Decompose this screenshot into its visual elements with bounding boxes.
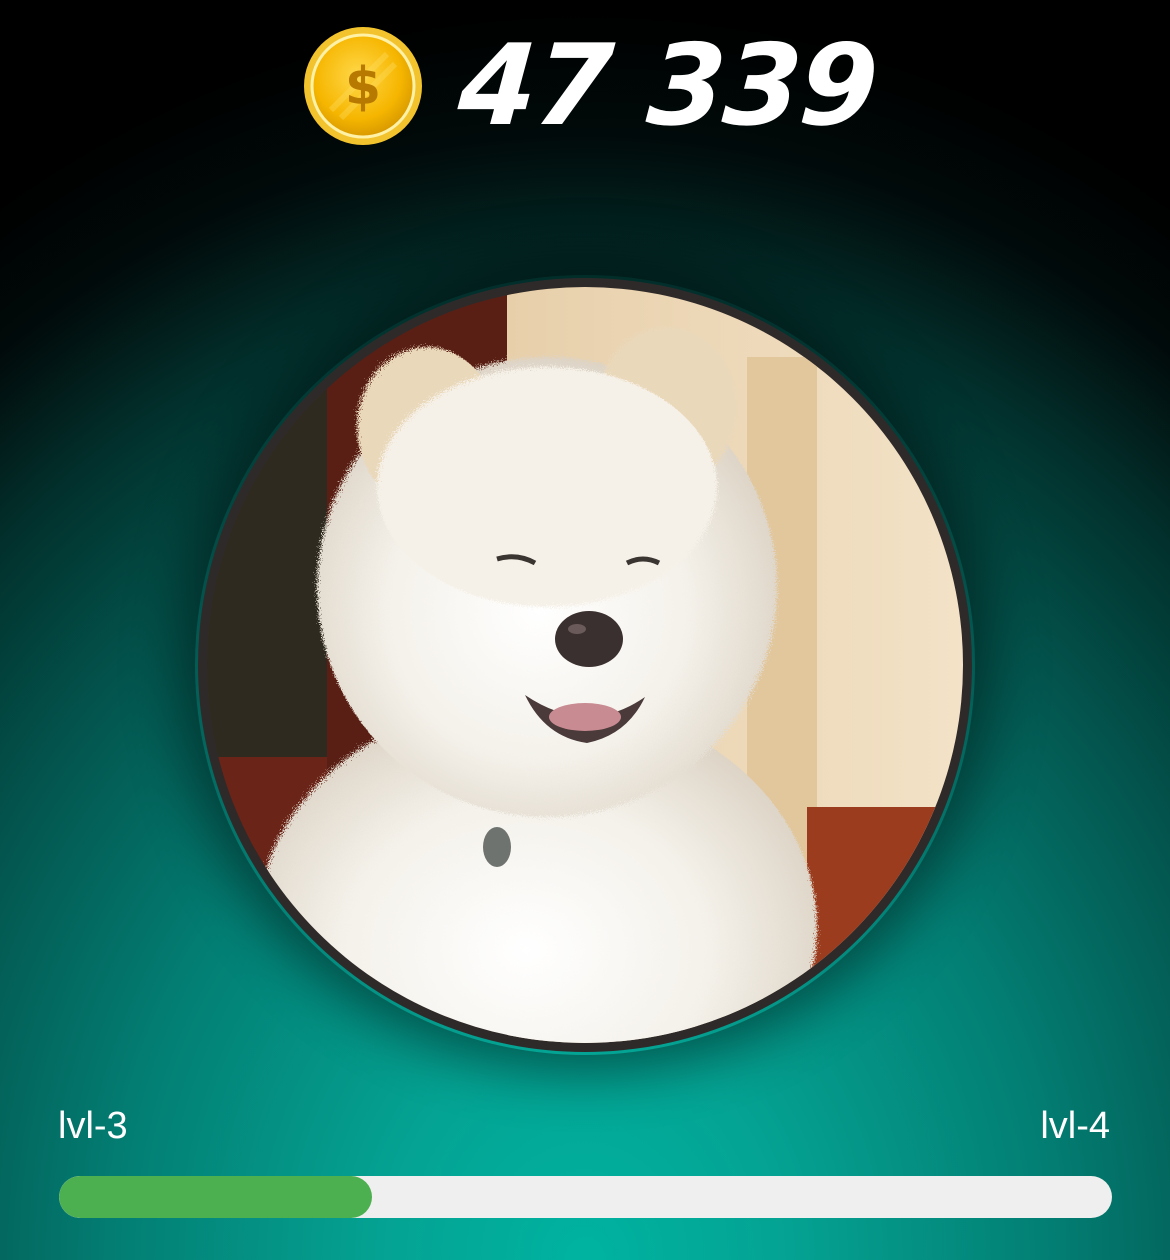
dollar-coin-icon: $ bbox=[303, 27, 422, 145]
current-level-label: lvl-3 bbox=[58, 1105, 128, 1147]
coin-balance-amount: 47 339 bbox=[454, 21, 880, 151]
coin-balance: $ 47 339 bbox=[0, 21, 1170, 151]
next-level-label: lvl-4 bbox=[1040, 1105, 1110, 1147]
dog-avatar-image bbox=[207, 287, 963, 1043]
level-progress-bar bbox=[59, 1176, 1112, 1218]
svg-text:$: $ bbox=[345, 57, 381, 117]
level-progress-fill bbox=[59, 1176, 372, 1218]
tap-avatar-button[interactable] bbox=[198, 278, 972, 1052]
